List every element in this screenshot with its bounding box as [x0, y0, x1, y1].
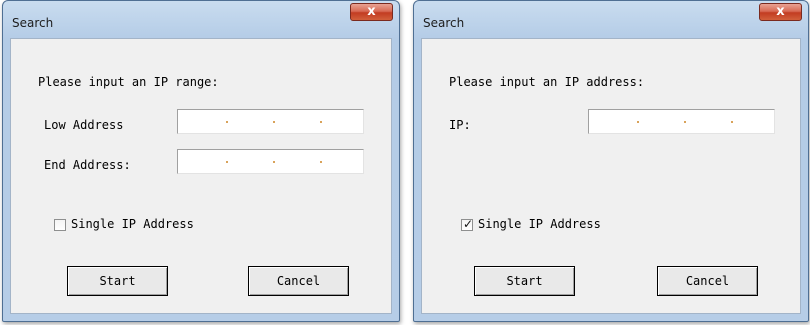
cancel-button[interactable]: Cancel [248, 266, 349, 296]
dialog-client-area: Please input an IP address: IP: ✓ Single… [421, 38, 801, 314]
low-address-label: Low Address [44, 118, 124, 132]
end-address-label: End Address: [44, 158, 131, 172]
single-ip-checkbox[interactable]: ✓ [461, 217, 474, 231]
prompt-text: Please input an IP range: [38, 75, 219, 89]
title-bar[interactable]: Search x [414, 1, 808, 31]
title-bar[interactable]: Search x [3, 1, 399, 31]
cancel-button[interactable]: Cancel [657, 266, 758, 296]
ip-label: IP: [449, 118, 471, 132]
end-address-input[interactable] [177, 149, 364, 174]
low-address-input[interactable] [177, 109, 364, 134]
search-dialog-single: Search x Please input an IP address: IP:… [413, 0, 809, 322]
ip-separator-dot [273, 161, 275, 163]
single-ip-checkbox[interactable] [54, 219, 66, 231]
ip-separator-dot [684, 121, 686, 123]
single-ip-label[interactable]: Single IP Address [478, 217, 601, 231]
start-button[interactable]: Start [67, 266, 168, 296]
close-icon: x [776, 4, 785, 19]
ip-separator-dot [637, 121, 639, 123]
ip-separator-dot [226, 161, 228, 163]
close-button[interactable]: x [759, 3, 802, 21]
dialog-title: Search [423, 16, 465, 30]
search-dialog-range: Search x Please input an IP range: Low A… [2, 0, 400, 322]
close-button[interactable]: x [350, 3, 393, 21]
close-icon: x [367, 4, 376, 19]
start-button[interactable]: Start [474, 266, 575, 296]
ip-separator-dot [731, 121, 733, 123]
dialog-client-area: Please input an IP range: Low Address En… [10, 38, 392, 314]
checkmark-icon: ✓ [463, 217, 474, 231]
ip-separator-dot [320, 121, 322, 123]
prompt-text: Please input an IP address: [449, 75, 645, 89]
dialog-title: Search [12, 16, 54, 30]
single-ip-label[interactable]: Single IP Address [71, 217, 194, 231]
ip-separator-dot [226, 121, 228, 123]
ip-input[interactable] [588, 109, 775, 134]
ip-separator-dot [320, 161, 322, 163]
ip-separator-dot [273, 121, 275, 123]
